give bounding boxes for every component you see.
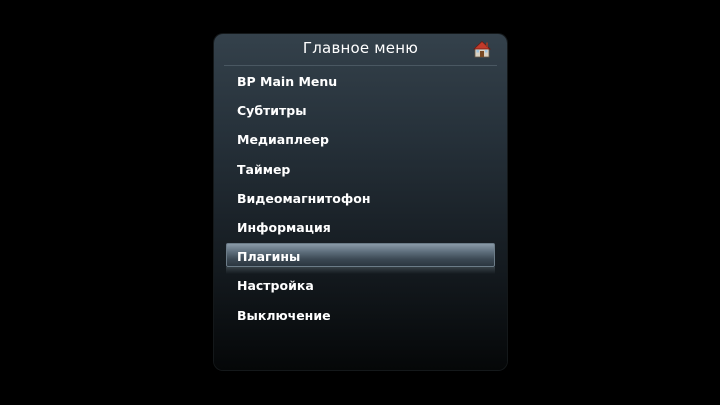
menu-item-label: Видеомагнитофон: [237, 190, 371, 206]
screen: Главное меню BP Main Menu Субтитры Медиа…: [0, 0, 720, 405]
menu-item-label: Выключение: [237, 307, 331, 323]
menu-item-settings[interactable]: Настройка: [214, 271, 507, 300]
menu-item-label: Медиаплеер: [237, 132, 329, 148]
menu-title: Главное меню: [302, 39, 419, 57]
menu-item-label: BP Main Menu: [237, 74, 338, 89]
menu-item-label: Плагины: [237, 249, 301, 265]
menu-item-information[interactable]: Информация: [214, 213, 507, 242]
home-icon: [473, 40, 491, 58]
menu-item-shutdown[interactable]: Выключение: [214, 301, 507, 330]
menu-item-bp-main-menu[interactable]: BP Main Menu: [214, 67, 507, 96]
menu-item-media-player[interactable]: Медиаплеер: [214, 125, 507, 154]
menu-item-timer[interactable]: Таймер: [214, 155, 507, 184]
menu-item-subtitles[interactable]: Субтитры: [214, 96, 507, 125]
menu-item-label: Настройка: [237, 278, 314, 294]
header-divider: [224, 65, 497, 66]
menu-item-label: Субтитры: [237, 103, 307, 119]
menu-item-plugins[interactable]: Плагины: [214, 242, 507, 275]
menu-item-label: Таймер: [237, 161, 291, 177]
menu-header: Главное меню: [214, 34, 507, 65]
main-menu-panel: Главное меню BP Main Menu Субтитры Медиа…: [214, 34, 507, 370]
menu-list: BP Main Menu Субтитры Медиаплеер Таймер …: [214, 67, 507, 330]
menu-item-label: Информация: [237, 219, 331, 235]
menu-item-video-recorder[interactable]: Видеомагнитофон: [214, 184, 507, 213]
